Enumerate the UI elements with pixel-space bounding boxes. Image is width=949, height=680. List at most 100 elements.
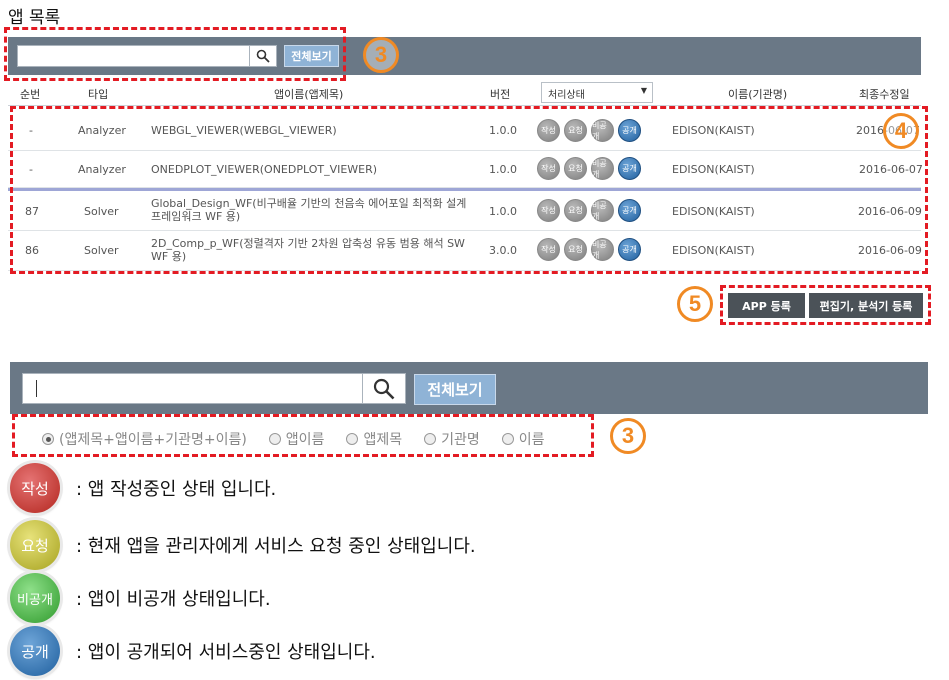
row-version: 3.0.0 — [489, 244, 517, 257]
badge-draft-large: 작성 — [10, 463, 60, 513]
badge-draft[interactable]: 작성 — [537, 199, 560, 222]
radio-dot — [346, 433, 359, 445]
table-row[interactable]: - Analyzer ONEDPLOT_VIEWER(ONEDPLOT_VIEW… — [8, 151, 923, 188]
row-owner: EDISON(KAIST) — [672, 163, 755, 176]
status-filter-label: 처리상태 — [548, 90, 585, 101]
badge-request[interactable]: 요청 — [564, 119, 587, 142]
row-seq: - — [29, 163, 33, 176]
status-badges: 작성 요청 비공개 공개 — [537, 119, 641, 142]
col-owner: 이름(기관명) — [728, 88, 788, 101]
row-app-name[interactable]: ONEDPLOT_VIEWER(ONEDPLOT_VIEWER) — [151, 163, 471, 176]
radio-app-name[interactable]: 앱이름 — [268, 429, 325, 449]
row-version: 1.0.0 — [489, 205, 517, 218]
badge-public[interactable]: 공개 — [618, 238, 641, 261]
radio-organization[interactable]: 기관명 — [424, 429, 480, 449]
badge-private[interactable]: 비공개 — [591, 199, 614, 222]
col-app-name: 앱이름(앱제목) — [274, 88, 344, 101]
row-owner: EDISON(KAIST) — [672, 244, 755, 257]
status-badges: 작성 요청 비공개 공개 — [537, 238, 641, 261]
search-button-zoom[interactable] — [362, 374, 405, 403]
callout-5: 5 — [677, 286, 713, 322]
row-app-name[interactable]: WEBGL_VIEWER(WEBGL_VIEWER) — [151, 124, 471, 137]
radio-dot — [268, 433, 281, 445]
radio-all[interactable]: (앱제목+앱이름+기관명+이름) — [42, 429, 247, 449]
search-icon — [256, 49, 270, 63]
radio-label: 기관명 — [441, 432, 480, 448]
row-app-name[interactable]: Global_Design_WF(비구배율 기반의 천음속 에어포일 최적화 설… — [151, 197, 471, 223]
badge-draft[interactable]: 작성 — [537, 119, 560, 142]
legend-item-public: 공개 : 앱이 공개되어 서비스중인 상태입니다. — [10, 626, 376, 676]
page-title: 앱 목록 — [8, 8, 61, 28]
radio-label: (앱제목+앱이름+기관명+이름) — [59, 432, 247, 448]
table-header: 순번 타입 앱이름(앱제목) 버전 처리상태 ▼ 이름(기관명) 최종수정일 — [8, 80, 921, 106]
callout-3: 3 — [363, 37, 399, 73]
legend-text: : 앱 작성중인 상태 입니다. — [76, 479, 277, 500]
row-seq: 87 — [25, 205, 39, 218]
row-owner: EDISON(KAIST) — [672, 124, 755, 137]
callout-4: 4 — [883, 113, 919, 149]
legend-item-draft: 작성 : 앱 작성중인 상태 입니다. — [10, 463, 276, 513]
search-box — [17, 45, 277, 67]
status-filter-select[interactable]: 처리상태 ▼ — [541, 82, 653, 103]
table-row[interactable]: 86 Solver 2D_Comp_p_WF(정렬격자 기반 2차원 압축성 유… — [8, 231, 922, 271]
radio-dot — [424, 433, 437, 445]
badge-draft[interactable]: 작성 — [537, 157, 560, 180]
table-row[interactable]: 87 Solver Global_Design_WF(비구배율 기반의 천음속 … — [8, 191, 922, 231]
badge-request[interactable]: 요청 — [564, 199, 587, 222]
view-all-button[interactable]: 전체보기 — [284, 45, 339, 67]
text-cursor — [36, 380, 37, 397]
col-modified: 최종수정일 — [859, 88, 910, 101]
row-app-name[interactable]: 2D_Comp_p_WF(정렬격자 기반 2차원 압축성 유동 범용 해석 SW… — [151, 237, 471, 263]
search-box-zoom — [22, 373, 406, 404]
row-seq: - — [29, 124, 33, 137]
app-register-button[interactable]: APP 등록 — [728, 293, 805, 318]
row-version: 1.0.0 — [489, 124, 517, 137]
radio-label: 앱이름 — [285, 432, 325, 448]
row-date: 2016-06-09 — [858, 205, 922, 218]
legend-text: : 현재 앱을 관리자에게 서비스 요청 중인 상태입니다. — [76, 536, 476, 557]
badge-private[interactable]: 비공개 — [591, 238, 614, 261]
badge-public-large: 공개 — [10, 626, 60, 676]
search-input-zoom[interactable] — [23, 374, 363, 403]
row-type: Solver — [84, 205, 119, 218]
badge-private[interactable]: 비공개 — [591, 119, 614, 142]
row-version: 1.0.0 — [489, 163, 517, 176]
radio-label: 이름 — [518, 432, 545, 448]
badge-private[interactable]: 비공개 — [591, 157, 614, 180]
status-badges: 작성 요청 비공개 공개 — [537, 199, 641, 222]
legend-item-request: 요청 : 현재 앱을 관리자에게 서비스 요청 중인 상태입니다. — [10, 520, 476, 570]
legend-text: : 앱이 비공개 상태입니다. — [76, 589, 271, 610]
radio-dot — [501, 433, 514, 445]
callout-3-zoom: 3 — [610, 418, 646, 454]
row-date: 2016-06-07 — [859, 163, 923, 176]
col-type: 타입 — [88, 88, 109, 101]
col-seq: 순번 — [20, 88, 41, 101]
search-button[interactable] — [249, 46, 276, 66]
row-type: Solver — [84, 244, 119, 257]
view-all-button-zoom[interactable]: 전체보기 — [414, 374, 496, 405]
editor-analyzer-register-button[interactable]: 편집기, 분석기 등록 — [809, 293, 923, 318]
table-row[interactable]: - Analyzer WEBGL_VIEWER(WEBGL_VIEWER) 1.… — [8, 111, 921, 151]
legend-item-private: 비공개 : 앱이 비공개 상태입니다. — [10, 573, 271, 623]
radio-app-title[interactable]: 앱제목 — [346, 429, 402, 449]
badge-request-large: 요청 — [10, 520, 60, 570]
badge-public[interactable]: 공개 — [618, 119, 641, 142]
badge-request[interactable]: 요청 — [564, 238, 587, 261]
row-type: Analyzer — [78, 163, 126, 176]
badge-public[interactable]: 공개 — [618, 199, 641, 222]
search-icon — [373, 378, 395, 399]
search-scope-radios: (앱제목+앱이름+기관명+이름) 앱이름 앱제목 기관명 이름 — [42, 429, 544, 449]
badge-request[interactable]: 요청 — [564, 157, 587, 180]
status-badges: 작성 요청 비공개 공개 — [537, 157, 641, 180]
badge-draft[interactable]: 작성 — [537, 238, 560, 261]
radio-name[interactable]: 이름 — [501, 429, 545, 449]
row-type: Analyzer — [78, 124, 126, 137]
row-seq: 86 — [25, 244, 39, 257]
col-version: 버전 — [490, 88, 511, 101]
radio-dot — [42, 433, 54, 445]
badge-public[interactable]: 공개 — [618, 157, 641, 180]
dropdown-arrow-icon: ▼ — [640, 86, 647, 95]
legend-text: : 앱이 공개되어 서비스중인 상태입니다. — [76, 642, 376, 663]
badge-private-large: 비공개 — [10, 573, 60, 623]
search-input[interactable] — [18, 46, 250, 66]
